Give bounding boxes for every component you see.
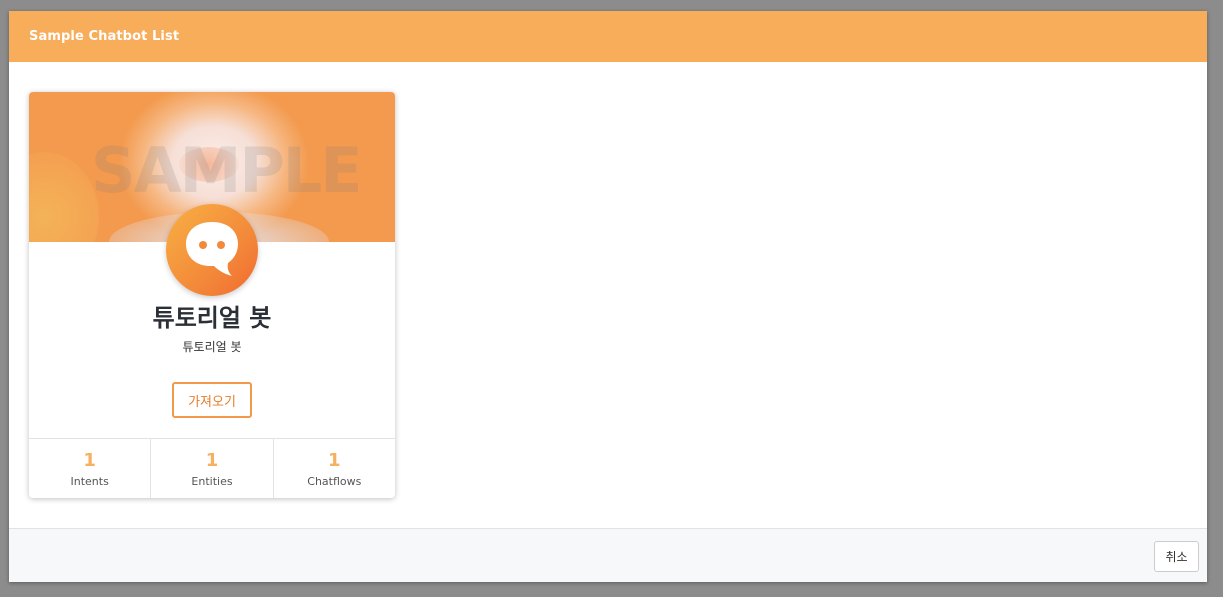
stat-label: Intents [70, 475, 109, 488]
stat-chatflows: 1 Chatflows [274, 439, 395, 498]
stat-label: Entities [191, 475, 233, 488]
stat-intents: 1 Intents [29, 439, 152, 498]
stat-value: 1 [83, 450, 96, 471]
bot-name: 튜토리얼 봇 [152, 304, 272, 332]
import-button[interactable]: 가져오기 [172, 382, 252, 418]
modal-title: Sample Chatbot List [29, 29, 180, 44]
modal-body: SAMPLE 튜토리얼 봇 튜토리얼 봇 가져오기 1 Intents 1 En… [9, 62, 1207, 528]
stat-entities: 1 Entities [151, 439, 274, 498]
sample-chatbot-modal: Sample Chatbot List SAMPLE 튜토리얼 봇 튜토리얼 봇… [9, 11, 1207, 582]
stat-value: 1 [328, 450, 341, 471]
stat-value: 1 [205, 450, 219, 471]
bot-stats: 1 Intents 1 Entities 1 Chatflows [29, 438, 395, 498]
modal-header: Sample Chatbot List [9, 11, 1207, 62]
bot-description: 튜토리얼 봇 [182, 340, 242, 354]
banner-watermark: SAMPLE [91, 134, 363, 207]
chat-bubble-icon [166, 204, 258, 296]
chatbot-card: SAMPLE 튜토리얼 봇 튜토리얼 봇 가져오기 1 Intents 1 En… [29, 92, 395, 498]
cancel-button[interactable]: 취소 [1154, 541, 1199, 572]
stat-label: Chatflows [307, 475, 362, 488]
modal-footer: 취소 [9, 528, 1207, 582]
